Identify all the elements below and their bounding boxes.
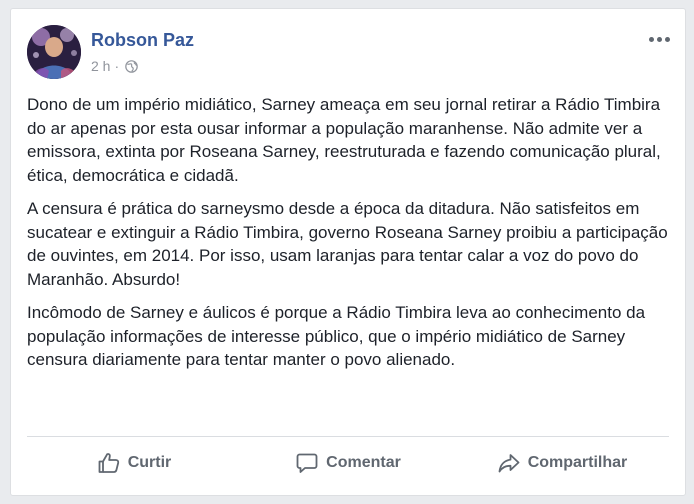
post-paragraph: Incômodo de Sarney e áulicos é porque a …	[27, 303, 646, 369]
like-button[interactable]: Curtir	[27, 445, 241, 481]
share-label: Compartilhar	[527, 454, 628, 471]
post-content: Dono de um império midiático, Sarney ame…	[27, 93, 671, 382]
more-options-icon	[648, 36, 670, 42]
post-header: Robson Paz 2 h ·	[27, 25, 673, 83]
share-button[interactable]: Compartilhar	[455, 445, 669, 481]
post-paragraph: A censura é prática do sarneysmo desde a…	[27, 199, 668, 289]
share-icon	[497, 451, 521, 475]
globe-icon[interactable]	[125, 59, 138, 73]
like-label: Curtir	[127, 454, 172, 471]
post-timestamp[interactable]: 2 h	[91, 58, 110, 74]
avatar-image	[27, 25, 81, 79]
author-name[interactable]: Robson Paz	[91, 30, 194, 51]
comment-icon	[295, 451, 319, 475]
post-card: Robson Paz 2 h · Dono de um império midi…	[10, 8, 686, 496]
actions-divider	[27, 436, 669, 437]
comment-button[interactable]: Comentar	[241, 445, 455, 481]
comment-label: Comentar	[326, 454, 401, 471]
more-options-button[interactable]	[645, 27, 673, 51]
meta-separator: ·	[114, 58, 120, 74]
post-meta: 2 h ·	[91, 58, 138, 74]
thumbs-up-icon	[97, 451, 121, 475]
post-actions: Curtir Comentar Compartilhar	[27, 441, 669, 485]
avatar[interactable]	[27, 25, 81, 79]
post-paragraph: Dono de um império midiático, Sarney ame…	[27, 95, 661, 185]
